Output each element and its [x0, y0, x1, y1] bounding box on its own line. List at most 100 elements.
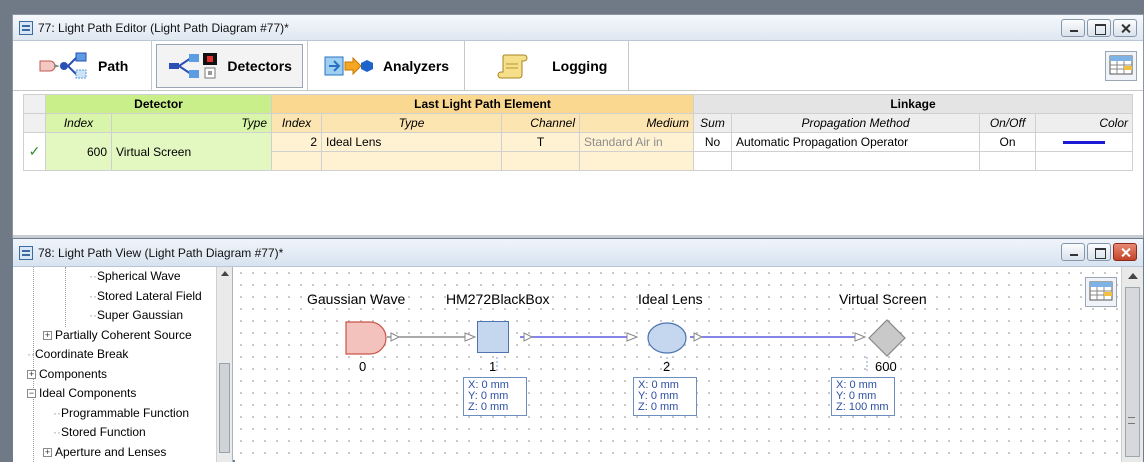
tree-item[interactable]: +Components	[13, 365, 232, 385]
scroll-icon	[494, 52, 534, 80]
diagram-scroll-thumb[interactable]	[1125, 287, 1140, 457]
editor-titlebar[interactable]: 77: Light Path Editor (Light Path Diagra…	[13, 15, 1143, 41]
toolbar-separator	[151, 41, 152, 91]
detectors-table: Detector Last Light Path Element Linkage…	[23, 94, 1133, 171]
editor-toolbar: Path Detectors	[13, 41, 1143, 91]
virtual-screen-detector-icon[interactable]	[867, 319, 907, 360]
cell-onoff[interactable]: On	[980, 133, 1036, 152]
print-diagram-button[interactable]	[1085, 277, 1117, 307]
cell-empty	[1036, 152, 1133, 171]
row-header-corner	[24, 95, 46, 114]
black-box-component-icon[interactable]	[477, 321, 509, 353]
table-row[interactable]: ✓ 600 Virtual Screen 2 Ideal Lens T Stan…	[24, 133, 1133, 152]
col-sum[interactable]: Sum	[694, 114, 732, 133]
gaussian-wave-source-icon[interactable]	[345, 321, 389, 358]
print-icon	[1106, 52, 1136, 80]
ideal-lens-icon[interactable]	[647, 321, 691, 358]
maximize-button[interactable]	[1087, 19, 1111, 37]
col-color[interactable]: Color	[1036, 114, 1133, 133]
close-button[interactable]	[1113, 19, 1137, 37]
tree-item[interactable]: ··Coordinate Break	[13, 345, 232, 365]
tab-detectors[interactable]: Detectors	[156, 44, 303, 88]
scroll-up-arrow-icon[interactable]	[1128, 273, 1138, 279]
expand-icon[interactable]: +	[43, 331, 52, 340]
window-app-icon	[19, 21, 33, 35]
col-index[interactable]: Index	[46, 114, 112, 133]
tab-logging-label: Logging	[552, 58, 607, 74]
tree-item-label: Ideal Components	[39, 386, 136, 400]
close-button[interactable]	[1113, 243, 1137, 261]
tree-item-label: Programmable Function	[61, 406, 189, 420]
node-label-ideal-lens: Ideal Lens	[638, 291, 703, 307]
coord-z: Z: 0 mm	[638, 402, 692, 413]
expand-icon[interactable]: +	[27, 370, 36, 379]
diagram-canvas[interactable]: Gaussian Wave 0 HM272BlackBox 1 X: 0 mm …	[235, 267, 1121, 462]
tree-item[interactable]: +Partially Coherent Source	[13, 326, 232, 346]
cell-lle-type[interactable]: Ideal Lens	[322, 133, 502, 152]
cell-sum[interactable]: No	[694, 133, 732, 152]
tree-item[interactable]: ··Programmable Function	[13, 404, 232, 424]
maximize-button[interactable]	[1087, 243, 1111, 261]
group-detector: Detector	[46, 95, 272, 114]
group-last-element: Last Light Path Element	[272, 95, 694, 114]
tree-item-label: Stored Function	[61, 425, 146, 439]
toolbar-separator	[628, 41, 629, 91]
scroll-up-arrow-icon[interactable]	[221, 271, 229, 276]
tree-item[interactable]: ··Stored Lateral Field	[13, 287, 232, 307]
tree-item[interactable]: ··Spherical Wave	[13, 267, 232, 287]
cell-empty	[502, 152, 580, 171]
row-selected-check[interactable]: ✓	[24, 133, 46, 171]
coordinate-box[interactable]: X: 0 mm Y: 0 mm Z: 0 mm	[633, 377, 697, 416]
cell-empty	[694, 152, 732, 171]
tree-scroll-thumb[interactable]	[219, 363, 230, 453]
cell-channel[interactable]: T	[502, 133, 580, 152]
node-label-virtual-screen: Virtual Screen	[839, 291, 927, 307]
col-type[interactable]: Type	[112, 114, 272, 133]
scroll-grip-icon	[1128, 417, 1135, 424]
toolbar-separator	[307, 41, 308, 91]
tab-analyzers-label: Analyzers	[383, 58, 449, 74]
expand-icon[interactable]: +	[43, 448, 52, 457]
tab-detectors-label: Detectors	[227, 58, 292, 74]
tree-item[interactable]: −Ideal Components	[13, 384, 232, 404]
cell-propagation[interactable]: Automatic Propagation Operator	[732, 133, 980, 152]
cell-type[interactable]: Virtual Screen	[112, 133, 272, 171]
tree-item[interactable]: +Aperture and Lenses	[13, 443, 232, 462]
node-index: 600	[875, 359, 897, 374]
toolbar-separator	[464, 41, 465, 91]
row-header-blank	[24, 114, 46, 133]
component-tree[interactable]: ··Spherical Wave ··Stored Lateral Field …	[13, 267, 233, 462]
cell-index[interactable]: 600	[46, 133, 112, 171]
col-propagation[interactable]: Propagation Method	[732, 114, 980, 133]
detectors-icon	[167, 52, 219, 80]
tree-item-label: Coordinate Break	[35, 347, 128, 361]
print-table-button[interactable]	[1105, 51, 1137, 81]
tree-scrollbar[interactable]	[216, 267, 232, 462]
col-lle-type[interactable]: Type	[322, 114, 502, 133]
print-icon	[1086, 278, 1116, 306]
col-onoff[interactable]: On/Off	[980, 114, 1036, 133]
diagram-scrollbar[interactable]	[1121, 267, 1143, 462]
tree-item-label: Aperture and Lenses	[55, 445, 166, 459]
cell-medium[interactable]: Standard Air in	[580, 133, 694, 152]
tree-item-label: Super Gaussian	[97, 308, 183, 322]
col-medium[interactable]: Medium	[580, 114, 694, 133]
tree-item-label: Components	[39, 367, 107, 381]
tab-path[interactable]: Path	[27, 44, 139, 88]
minimize-button[interactable]	[1061, 243, 1085, 261]
node-index: 2	[663, 359, 670, 374]
cell-lle-index[interactable]: 2	[272, 133, 322, 152]
color-swatch	[1063, 141, 1105, 144]
tree-item[interactable]: ··Stored Function	[13, 423, 232, 443]
collapse-icon[interactable]: −	[27, 389, 36, 398]
minimize-button[interactable]	[1061, 19, 1085, 37]
tab-analyzers[interactable]: Analyzers	[312, 44, 460, 88]
col-channel[interactable]: Channel	[502, 114, 580, 133]
tree-item[interactable]: ··Super Gaussian	[13, 306, 232, 326]
coordinate-box[interactable]: X: 0 mm Y: 0 mm Z: 0 mm	[463, 377, 527, 416]
col-lle-index[interactable]: Index	[272, 114, 322, 133]
view-titlebar[interactable]: 78: Light Path View (Light Path Diagram …	[13, 239, 1143, 267]
coordinate-box[interactable]: X: 0 mm Y: 0 mm Z: 100 mm	[831, 377, 895, 416]
tab-logging[interactable]: Logging	[483, 44, 618, 88]
cell-color[interactable]	[1036, 133, 1133, 152]
